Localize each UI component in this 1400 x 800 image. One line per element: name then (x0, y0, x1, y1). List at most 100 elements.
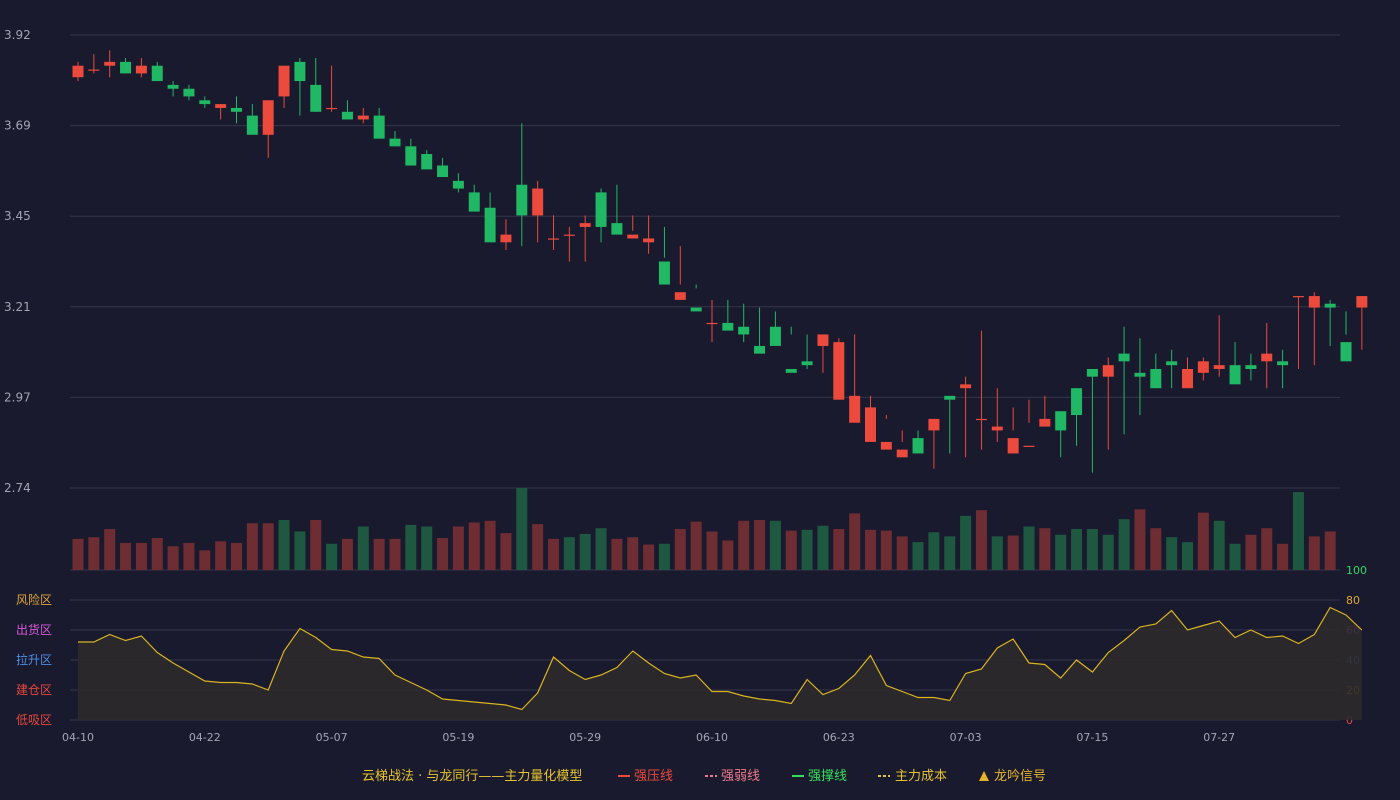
candle (437, 157, 449, 178)
zone-label: 建仓区 (16, 683, 52, 697)
candle (1071, 388, 1083, 446)
candle-body (643, 238, 655, 243)
candle-body (1308, 296, 1320, 308)
indicator-tick-label: 100 (1346, 564, 1367, 577)
volume-bar (1023, 526, 1035, 570)
candle (373, 107, 385, 139)
candle-body (1023, 445, 1035, 447)
candle-body (1292, 296, 1304, 298)
legend-item-main-cost[interactable]: 主力成本 (878, 769, 947, 784)
volume-bar (896, 536, 908, 570)
volume-bar (674, 529, 686, 570)
candle-body (817, 334, 829, 346)
candle-body (135, 65, 147, 74)
legend-item-dragon-signal[interactable]: 龙吟信号 (979, 768, 1046, 784)
legend-label: 强撑线 (808, 769, 847, 784)
volume-bar (310, 519, 322, 570)
candle-body (627, 234, 639, 239)
volume-bar (928, 532, 940, 570)
candle (183, 84, 195, 101)
x-tick-label: 04-22 (189, 731, 221, 744)
legend-item-strong-support[interactable]: 强撑线 (792, 769, 847, 784)
candle (880, 415, 892, 450)
chart-canvas: 3.923.693.453.212.972.74 100806040200 风险… (4, 28, 1368, 784)
candle (928, 418, 940, 469)
candle-body (1245, 365, 1257, 369)
candle (627, 215, 639, 239)
x-tick-label: 05-19 (442, 731, 474, 744)
candle (1039, 395, 1051, 427)
volume-bar (865, 529, 876, 570)
volume-bar (357, 526, 369, 570)
candle-body (468, 192, 480, 212)
candle (88, 54, 100, 74)
candle-body (532, 188, 544, 216)
legend-label: 主力成本 (895, 769, 947, 784)
legend-item-strong-pressure[interactable]: 强压线 (618, 769, 673, 784)
candle-body (1134, 372, 1146, 377)
candle (1086, 368, 1098, 473)
candle-body (1007, 438, 1019, 454)
candle (1182, 357, 1193, 389)
candle (199, 96, 211, 108)
candle-body (1102, 365, 1114, 377)
price-tick-label: 3.21 (4, 300, 31, 314)
legend-item-strength[interactable]: 强弱线 (705, 769, 760, 784)
volume-bar (643, 544, 655, 570)
zone-label: 出货区 (16, 622, 52, 637)
candle (1023, 399, 1035, 447)
indicator-area (78, 607, 1362, 720)
candle-body (72, 65, 84, 78)
candle (817, 334, 829, 373)
candle (754, 307, 766, 354)
candle-body (849, 395, 861, 423)
candle-body (674, 292, 686, 300)
candle-body (246, 115, 258, 135)
candle (278, 65, 290, 108)
x-tick-label: 06-23 (823, 731, 855, 744)
legend: 云梯战法 · 与龙同行——主力量化模型 强压线 强弱线 强撑线 主力成本 龙吟信… (362, 768, 1046, 784)
volume-bar (1277, 543, 1289, 570)
x-tick-label: 07-03 (950, 731, 982, 744)
candle-body (563, 234, 575, 236)
volume-bar (231, 542, 242, 570)
candle-body (88, 69, 100, 71)
candle-body (595, 192, 607, 227)
price-y-axis: 3.92 3.69 3.45 3.21 2.97 2.74 (4, 28, 31, 495)
legend-label: 龙吟信号 (994, 768, 1046, 784)
candle-body (167, 84, 179, 89)
candle-body (1182, 368, 1193, 389)
candle (579, 215, 591, 262)
candle (1197, 357, 1209, 381)
volume-bar (769, 520, 781, 570)
candle (1166, 349, 1178, 389)
volume-bar (833, 529, 845, 570)
volume-bar (658, 543, 670, 570)
x-tick-label: 06-10 (696, 731, 728, 744)
candle (1229, 342, 1241, 385)
volume-bar (135, 542, 147, 570)
candle (310, 58, 322, 112)
candle (658, 226, 670, 285)
volume-bar (801, 529, 813, 570)
volume-bar (579, 533, 591, 570)
x-axis: 04-10 04-22 05-07 05-19 05-29 06-10 06-23 07-03… (62, 731, 1235, 744)
candle (389, 130, 401, 147)
volume-bar (1261, 528, 1273, 570)
volume-bar (849, 513, 861, 570)
candle-body (738, 326, 750, 335)
candle (326, 65, 338, 112)
candle-body (389, 138, 401, 147)
candle (1340, 311, 1352, 362)
x-tick-label: 05-29 (569, 731, 601, 744)
volume-bar (294, 531, 306, 570)
candle-body (690, 307, 702, 312)
zone-label: 风险区 (16, 592, 52, 607)
candle (215, 104, 227, 120)
candle-body (500, 234, 512, 243)
volume-bar (1229, 543, 1241, 570)
volume-bar (1213, 520, 1225, 570)
volume-bar (1324, 531, 1336, 570)
candle (104, 50, 116, 78)
candle (611, 184, 623, 235)
